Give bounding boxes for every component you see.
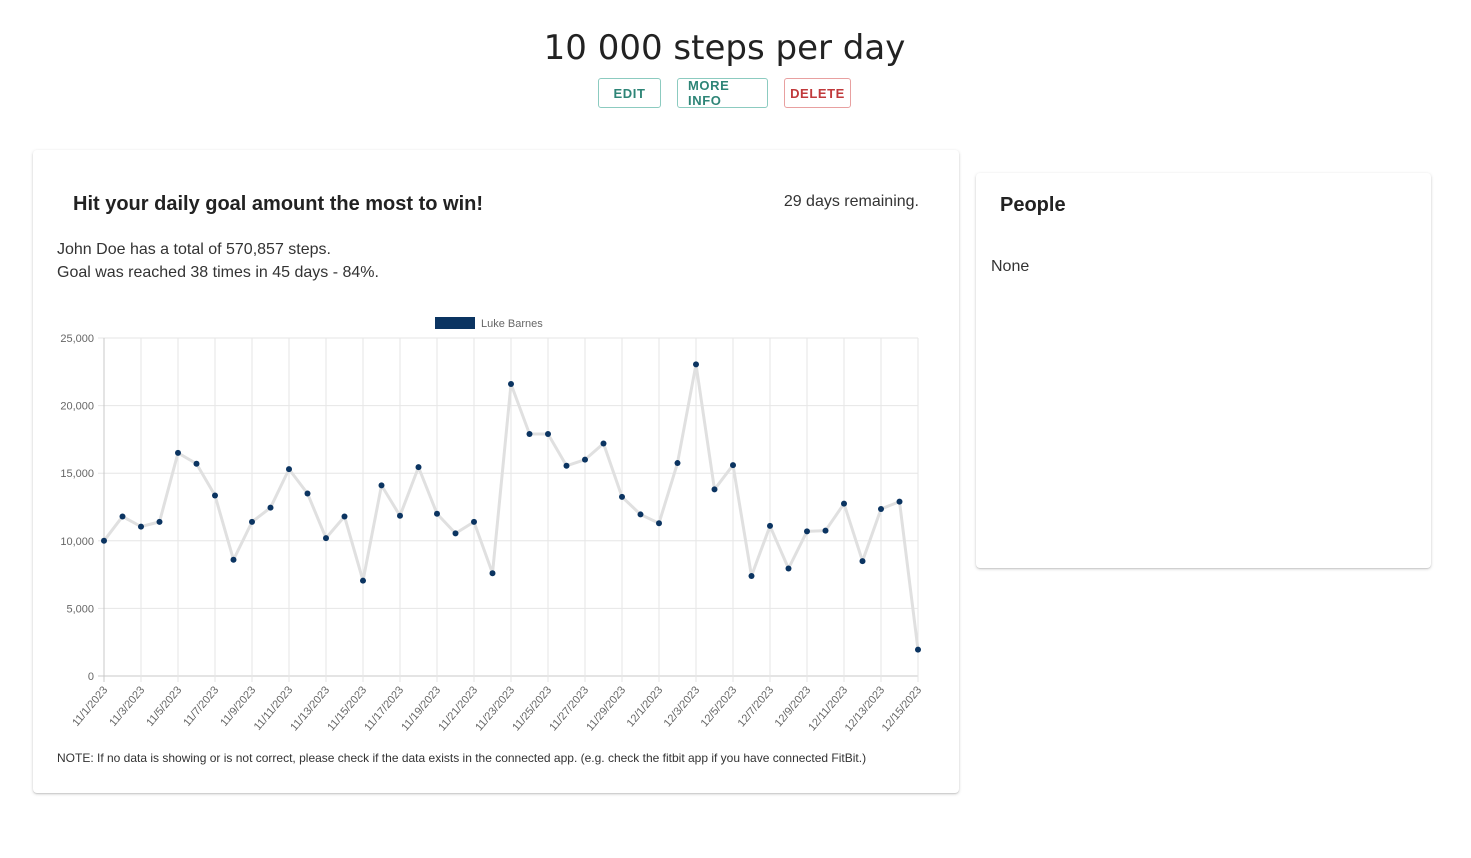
x-tick-label: 12/9/2023 [773, 684, 814, 729]
goal-reached-text: Goal was reached 38 times in 45 days - 8… [57, 264, 379, 281]
total-steps-text: John Doe has a total of 570,857 steps. [57, 241, 331, 258]
data-point [267, 504, 274, 511]
x-tick-label: 12/1/2023 [625, 684, 666, 729]
data-point [693, 361, 699, 368]
challenge-card: Hit your daily goal amount the most to w… [33, 150, 959, 793]
data-point [730, 462, 736, 469]
edit-button[interactable]: EDIT [598, 78, 661, 108]
data-point [878, 506, 884, 513]
data-point [397, 512, 403, 519]
data-point [582, 456, 588, 463]
data-point [304, 490, 311, 497]
data-point [619, 493, 625, 500]
people-empty-text: None [991, 258, 1030, 275]
people-card: People None [976, 173, 1431, 568]
data-point [822, 527, 829, 534]
data-point [193, 460, 200, 467]
x-tick-label: 12/3/2023 [662, 684, 703, 729]
data-point [119, 513, 126, 520]
x-tick-label: 12/5/2023 [699, 684, 740, 729]
x-tick-label: 11/3/2023 [107, 684, 147, 729]
data-point [711, 486, 718, 493]
data-point [600, 440, 607, 447]
data-point [896, 498, 903, 505]
x-tick-label: 11/7/2023 [181, 684, 221, 729]
data-point [767, 522, 773, 529]
data-point [656, 520, 662, 527]
data-point [859, 558, 866, 565]
summary: John Doe has a total of 570,857 steps. G… [57, 238, 379, 284]
data-point [286, 466, 292, 473]
data-point [674, 460, 681, 467]
data-point [489, 570, 496, 577]
data-point [230, 556, 237, 563]
action-buttons: EDIT MORE INFO DELETE [0, 78, 1449, 108]
data-point [249, 518, 255, 525]
data-point [101, 537, 107, 544]
data-point [138, 523, 144, 530]
data-point [360, 577, 366, 584]
chart-legend: Luke Barnes [435, 317, 543, 330]
y-tick-label: 20,000 [60, 401, 94, 413]
data-point [915, 646, 921, 653]
delete-button[interactable]: DELETE [784, 78, 851, 108]
x-axis: 11/1/202311/3/202311/5/202311/7/202311/9… [70, 684, 924, 734]
y-tick-label: 0 [88, 671, 94, 683]
data-point [508, 380, 514, 387]
y-tick-label: 5,000 [66, 603, 94, 615]
page-title: 10 000 steps per day [543, 28, 906, 68]
data-point [804, 528, 810, 535]
people-title: People [1000, 194, 1066, 216]
data-point [175, 449, 181, 456]
data-point [323, 535, 329, 542]
goal-heading: Hit your daily goal amount the most to w… [73, 193, 484, 215]
data-point [748, 572, 755, 579]
x-tick-label: 11/5/2023 [144, 684, 184, 729]
legend-label: Luke Barnes [481, 318, 543, 330]
data-note: NOTE: If no data is showing or is not co… [57, 751, 867, 765]
days-remaining: 29 days remaining. [783, 193, 919, 210]
y-axis: 0 5,000 10,000 15,000 20,000 25,000 [60, 333, 94, 683]
data-point [785, 565, 792, 572]
data-point [637, 511, 644, 518]
data-point [156, 518, 163, 525]
data-point [415, 464, 422, 471]
legend-swatch [435, 317, 475, 329]
x-tick-label: 11/1/2023 [70, 684, 110, 729]
y-tick-label: 10,000 [60, 536, 94, 548]
data-point [212, 492, 218, 499]
data-point [378, 482, 385, 489]
data-point [526, 430, 533, 437]
x-tick-label: 11/9/2023 [218, 684, 258, 729]
data-point [471, 518, 477, 525]
chart-grid [98, 337, 919, 682]
y-tick-label: 25,000 [60, 333, 94, 345]
data-point [341, 513, 348, 520]
y-tick-label: 15,000 [60, 468, 94, 480]
data-point [841, 500, 847, 507]
data-point [563, 462, 570, 469]
data-point [434, 510, 440, 517]
more-info-button[interactable]: MORE INFO [677, 78, 768, 108]
x-tick-label: 12/7/2023 [736, 684, 777, 729]
data-point [545, 430, 551, 437]
data-point [452, 530, 459, 537]
steps-line-chart: 0 5,000 10,000 15,000 20,000 25,000 11/1/2023… [60, 317, 924, 734]
